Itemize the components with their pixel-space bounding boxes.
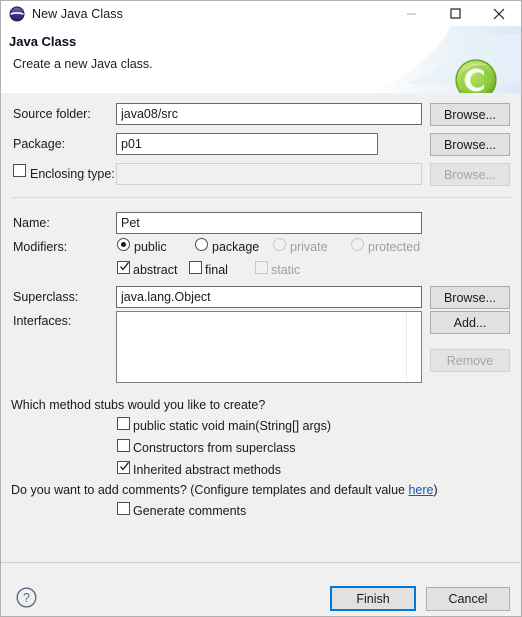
page-title: Java Class xyxy=(9,34,77,49)
superclass-browse-label: Browse... xyxy=(443,290,497,305)
window-title: New Java Class xyxy=(32,6,124,21)
interfaces-add-button[interactable]: Add... xyxy=(430,311,510,334)
enclosing-type-checkbox[interactable] xyxy=(13,164,26,177)
package-input[interactable] xyxy=(116,133,378,155)
modifier-label-final: final xyxy=(205,263,228,277)
modifier-checkbox-static xyxy=(255,261,268,274)
comments-question-prefix: Do you want to add comments? (Configure … xyxy=(11,483,409,497)
interfaces-add-label: Add... xyxy=(453,315,487,330)
generate-comments-label: Generate comments xyxy=(133,504,247,518)
superclass-label: Superclass: xyxy=(13,290,79,304)
name-input[interactable] xyxy=(116,212,422,234)
footer-divider xyxy=(1,562,521,563)
radio-dot xyxy=(121,242,126,247)
stub-checkbox-inherited[interactable] xyxy=(117,461,130,474)
interfaces-label: Interfaces: xyxy=(13,314,72,328)
modifier-label-private: private xyxy=(290,240,328,254)
dialog-body: Source folder: Browse... Package: Browse… xyxy=(1,94,521,562)
modifier-checkbox-final[interactable] xyxy=(189,261,202,274)
interfaces-remove-label: Remove xyxy=(446,353,494,368)
package-label: Package: xyxy=(13,137,66,151)
check-icon xyxy=(120,262,130,271)
source-folder-label: Source folder: xyxy=(13,107,91,121)
stub-checkbox-constructors[interactable] xyxy=(117,439,130,452)
interfaces-listbox[interactable] xyxy=(116,311,422,383)
minimize-button[interactable] xyxy=(389,1,433,26)
section-divider-1 xyxy=(11,197,511,198)
finish-label: Finish xyxy=(356,591,390,606)
modifier-radio-package[interactable] xyxy=(195,238,208,251)
generate-comments-checkbox[interactable] xyxy=(117,502,130,515)
dialog-banner: Java Class Create a new Java class. xyxy=(1,26,521,93)
modifier-label-protected: protected xyxy=(368,240,421,254)
comments-question-suffix: ) xyxy=(433,483,438,497)
modifier-label-abstract: abstract xyxy=(133,263,178,277)
enclosing-type-browse-button: Browse... xyxy=(430,163,510,186)
superclass-browse-button[interactable]: Browse... xyxy=(430,286,510,309)
source-folder-input[interactable] xyxy=(116,103,422,125)
modifier-label-package: package xyxy=(212,240,260,254)
modifier-radio-public[interactable] xyxy=(117,238,130,251)
java-class-icon xyxy=(9,6,25,22)
package-browse-button[interactable]: Browse... xyxy=(430,133,510,156)
source-folder-browse-label: Browse... xyxy=(443,107,497,122)
modifier-label-public: public xyxy=(134,240,167,254)
interfaces-remove-button: Remove xyxy=(430,349,510,372)
stub-checkbox-main[interactable] xyxy=(117,417,130,430)
comments-question: Do you want to add comments? (Configure … xyxy=(11,483,438,497)
window-controls xyxy=(389,1,521,26)
stub-label-constructors: Constructors from superclass xyxy=(133,441,296,455)
modifier-label-static: static xyxy=(271,263,301,277)
check-icon xyxy=(120,462,130,471)
page-subtitle: Create a new Java class. xyxy=(13,57,153,71)
enclosing-type-browse-label: Browse... xyxy=(443,167,497,182)
cancel-label: Cancel xyxy=(448,592,488,606)
enclosing-type-input xyxy=(116,163,422,185)
modifier-checkbox-abstract[interactable] xyxy=(117,261,130,274)
help-icon[interactable]: ? xyxy=(16,587,37,608)
new-java-class-dialog: New Java Class Java Class Create a new J… xyxy=(0,0,522,617)
modifier-radio-private xyxy=(273,238,286,251)
svg-text:?: ? xyxy=(23,591,30,605)
enclosing-type-label: Enclosing type: xyxy=(30,167,115,181)
finish-button[interactable]: Finish xyxy=(330,586,416,611)
maximize-button[interactable] xyxy=(433,1,477,26)
stub-label-main: public static void main(String[] args) xyxy=(133,419,331,433)
method-stubs-question: Which method stubs would you like to cre… xyxy=(11,398,266,412)
configure-templates-link[interactable]: here xyxy=(408,483,433,497)
title-bar: New Java Class xyxy=(1,1,521,26)
cancel-button[interactable]: Cancel xyxy=(426,587,510,611)
modifiers-label: Modifiers: xyxy=(13,240,68,254)
name-label: Name: xyxy=(13,216,50,230)
interfaces-scrollbar[interactable] xyxy=(406,312,421,382)
modifier-radio-protected xyxy=(351,238,364,251)
source-folder-browse-button[interactable]: Browse... xyxy=(430,103,510,126)
package-browse-label: Browse... xyxy=(443,137,497,152)
close-button[interactable] xyxy=(477,1,521,26)
superclass-input[interactable] xyxy=(116,286,422,308)
stub-label-inherited: Inherited abstract methods xyxy=(133,463,281,477)
green-c-logo-icon xyxy=(455,59,497,93)
